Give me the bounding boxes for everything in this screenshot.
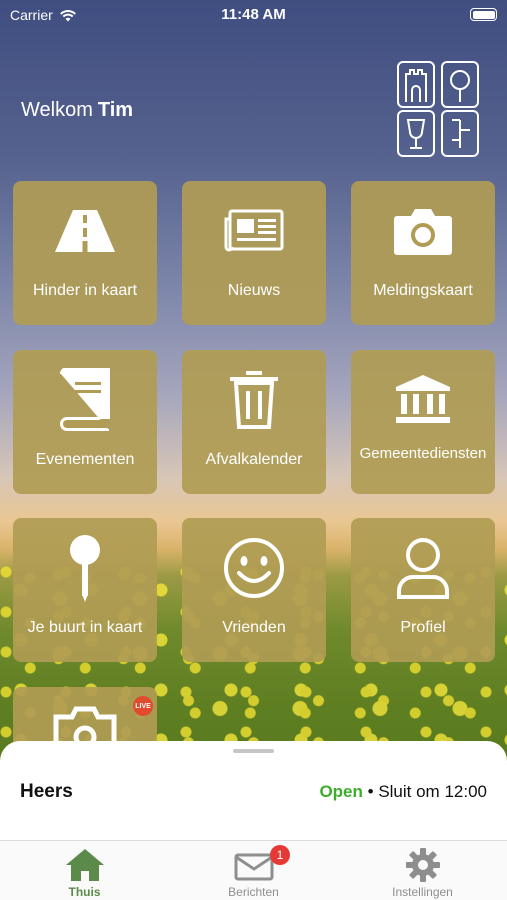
person-icon <box>397 538 449 599</box>
tab-label: Instellingen <box>392 885 453 899</box>
location-name: Heers <box>20 781 73 802</box>
tile-label: Je buurt in kaart <box>27 619 143 636</box>
tile-label: Hinder in kaart <box>32 282 138 299</box>
tab-thuis[interactable]: Thuis <box>0 841 169 900</box>
tab-instellingen[interactable]: Instellingen <box>338 841 507 900</box>
tile-je-buurt-in-kaart[interactable]: Je buurt in kaart <box>13 518 157 662</box>
tile-profiel[interactable]: Profiel <box>351 518 495 662</box>
tile-label: Afvalkalender <box>205 451 303 468</box>
tile-gemeentediensten[interactable]: Gemeentediensten <box>351 350 495 494</box>
camera-icon <box>394 209 452 255</box>
greeting-text: Welkom <box>21 99 93 121</box>
tile-label: Gemeentediensten <box>359 445 487 462</box>
open-status: Open <box>319 782 363 801</box>
tab-label: Berichten <box>228 885 279 899</box>
newspaper-icon <box>224 209 284 252</box>
smiley-icon <box>224 538 284 598</box>
tab-bar: Thuis Berichten 1 Instellingen <box>0 840 507 900</box>
gear-icon <box>405 848 440 882</box>
tile-afvalkalender[interactable]: Afvalkalender <box>182 350 326 494</box>
status-bar: Carrier 11:48 AM <box>0 0 507 30</box>
home-icon <box>65 849 104 881</box>
tile-label: Profiel <box>400 619 446 636</box>
tile-vrienden[interactable]: Vrienden <box>182 518 326 662</box>
live-badge: LIVE <box>133 696 153 716</box>
municipality-logo <box>397 61 479 157</box>
tile-label: Meldingskaart <box>373 282 473 299</box>
closing-time: Sluit om 12:00 <box>378 782 487 801</box>
trash-icon <box>230 371 278 429</box>
tile-evenementen[interactable]: Evenementen <box>13 350 157 494</box>
tile-label: Vrienden <box>222 619 286 636</box>
notification-badge: 1 <box>270 845 290 865</box>
mail-icon <box>234 853 273 881</box>
tile-hinder-in-kaart[interactable]: Hinder in kaart <box>13 181 157 325</box>
tab-berichten[interactable]: Berichten <box>169 841 338 900</box>
separator-dot: • <box>367 782 374 801</box>
welcome-message: Welkom Tim <box>21 99 133 122</box>
sheet-drag-handle[interactable] <box>233 749 274 753</box>
status-time: 11:48 AM <box>221 6 286 23</box>
tab-label: Thuis <box>68 885 101 899</box>
tile-label: Nieuws <box>227 282 281 299</box>
road-icon <box>55 210 115 252</box>
user-name: Tim <box>97 99 134 121</box>
opening-hours: Open • Sluit om 12:00 <box>319 782 487 802</box>
tile-live-camera[interactable]: LIVE <box>13 687 157 747</box>
building-icon <box>396 375 450 423</box>
book-icon <box>60 368 110 431</box>
tile-nieuws[interactable]: Nieuws <box>182 181 326 325</box>
battery-icon <box>470 8 497 21</box>
tile-meldingskaart[interactable]: Meldingskaart <box>351 181 495 325</box>
tile-label: Evenementen <box>35 451 135 468</box>
pin-icon <box>70 535 100 602</box>
